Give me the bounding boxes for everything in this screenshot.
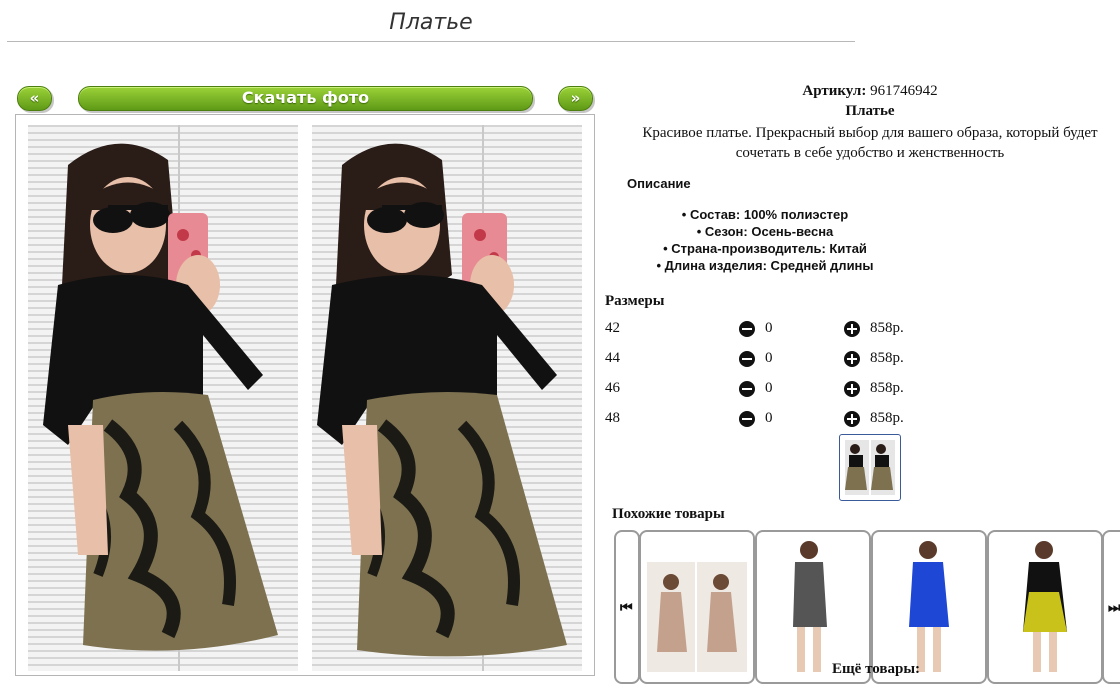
spec-item: Сезон: Осень-весна xyxy=(600,223,930,240)
similar-heading: Похожие товары xyxy=(612,506,725,522)
model-photo-left xyxy=(43,143,278,651)
size-quantity: 0 xyxy=(765,320,773,336)
photo-right-panel xyxy=(312,125,582,671)
thumbnail-image xyxy=(845,440,895,495)
spec-item: Состав: 100% полиэстер xyxy=(600,206,930,223)
product-description: Красивое платье. Прекрасный выбор для ва… xyxy=(642,125,1098,161)
minus-icon[interactable] xyxy=(739,381,755,397)
carousel-prev-button[interactable]: ⏮ xyxy=(614,530,640,684)
spec-item: Длина изделия: Средней длины xyxy=(600,257,930,274)
similar-product-card[interactable] xyxy=(639,530,755,684)
minus-icon[interactable] xyxy=(739,411,755,427)
main-product-photo[interactable] xyxy=(15,114,595,676)
size-quantity: 0 xyxy=(765,350,773,366)
similar-product-image xyxy=(909,541,949,672)
photo-left-panel xyxy=(28,125,298,671)
plus-icon[interactable] xyxy=(844,321,860,337)
model-photo-right xyxy=(317,143,567,657)
size-price: 858р. xyxy=(870,380,904,396)
description-heading: Описание xyxy=(627,176,691,191)
size-quantity: 0 xyxy=(765,410,773,426)
prev-photo-button[interactable]: « xyxy=(17,86,52,111)
carousel-next-button[interactable]: ⏭ xyxy=(1102,530,1120,684)
size-price: 858р. xyxy=(870,410,904,426)
title-divider xyxy=(7,41,855,42)
spec-list: Состав: 100% полиэстер Сезон: Осень-весн… xyxy=(600,206,930,274)
similar-product-image xyxy=(647,562,747,672)
plus-icon[interactable] xyxy=(844,351,860,367)
skip-forward-icon: ⏭ xyxy=(1108,600,1120,616)
article-line: Артикул: 961746942 xyxy=(612,83,1120,100)
photo-thumbnail[interactable] xyxy=(839,434,901,501)
size-price: 858р. xyxy=(870,320,904,336)
plus-icon[interactable] xyxy=(844,411,860,427)
size-label: 48 xyxy=(605,410,620,426)
skip-back-icon: ⏮ xyxy=(620,600,633,616)
plus-icon[interactable] xyxy=(844,381,860,397)
size-row: 46 0 858р. xyxy=(605,380,925,402)
page-title: Платье xyxy=(389,10,473,35)
download-photo-button[interactable]: Скачать фото xyxy=(78,86,533,111)
size-price: 858р. xyxy=(870,350,904,366)
size-row: 48 0 858р. xyxy=(605,410,925,432)
minus-icon[interactable] xyxy=(739,321,755,337)
article-value: 961746942 xyxy=(870,83,938,99)
size-row: 44 0 858р. xyxy=(605,350,925,372)
size-label: 44 xyxy=(605,350,620,366)
size-label: 46 xyxy=(605,380,620,396)
size-row: 42 0 858р. xyxy=(605,320,925,342)
sizes-heading: Размеры xyxy=(605,293,665,309)
article-label: Артикул: xyxy=(802,83,867,99)
similar-product-image xyxy=(793,541,827,672)
minus-icon[interactable] xyxy=(739,351,755,367)
similar-product-image xyxy=(1023,541,1067,672)
size-quantity: 0 xyxy=(765,380,773,396)
similar-product-card[interactable] xyxy=(987,530,1103,684)
next-photo-button[interactable]: » xyxy=(558,86,593,111)
size-label: 42 xyxy=(605,320,620,336)
spec-item: Страна-производитель: Китай xyxy=(600,240,930,257)
product-name: Платье xyxy=(845,103,895,119)
